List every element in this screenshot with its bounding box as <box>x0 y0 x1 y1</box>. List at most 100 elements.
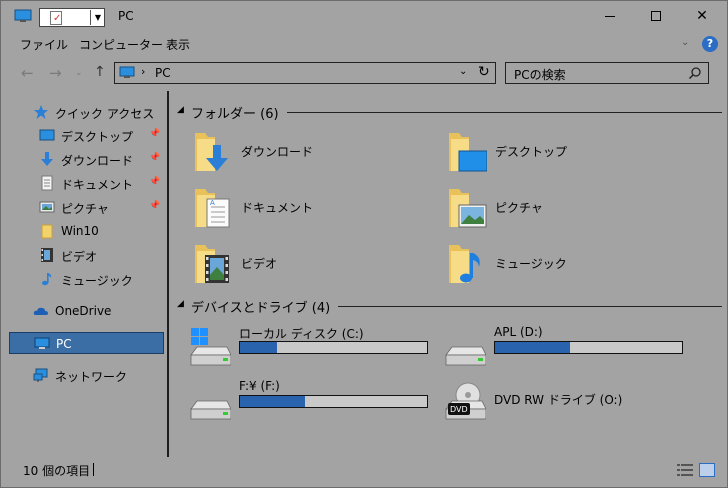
svg-text:A: A <box>210 199 215 207</box>
videos-icon <box>41 248 53 262</box>
drives-group-header[interactable]: ◢ デバイスとドライブ (4) <box>177 295 722 316</box>
forward-arrow-icon[interactable]: → <box>49 64 62 82</box>
status-bar: 10 個の項目 <box>1 457 727 487</box>
drive-label: APL (D:) <box>494 325 543 339</box>
drive-usage-fill <box>240 396 306 407</box>
drive-usage-bar <box>494 341 683 354</box>
minimize-icon <box>605 15 615 17</box>
sidebar-item-onedrive[interactable]: OneDrive <box>9 300 164 322</box>
drive-label: DVD RW ドライブ (O:) <box>494 393 623 407</box>
computer-icon <box>34 337 50 349</box>
up-arrow-icon[interactable]: ↑ <box>94 64 106 80</box>
sidebar-item-documents[interactable]: ドキュメント 📌 <box>9 172 164 194</box>
dvd-drive-icon: DVD <box>445 382 486 420</box>
tab-view[interactable]: 表示 <box>166 36 190 53</box>
sidebar-item-pc[interactable]: PC <box>9 332 164 354</box>
star-icon <box>34 105 48 119</box>
sidebar-item-network[interactable]: ネットワーク <box>9 364 164 386</box>
folder-label: ダウンロード <box>241 145 314 159</box>
tab-file[interactable]: ファイル <box>20 36 68 53</box>
folder-label: ドキュメント <box>241 201 314 215</box>
details-view-icon[interactable] <box>677 464 693 476</box>
sidebar-item-label: ドキュメント <box>61 178 134 192</box>
hard-drive-icon <box>190 400 231 420</box>
folder-item-desktop[interactable]: デスクトップ <box>447 129 687 177</box>
pictures-folder-icon <box>449 189 487 228</box>
address-path[interactable]: PC <box>155 66 171 80</box>
drive-label: ローカル ディスク (C:) <box>239 327 364 341</box>
cloud-icon <box>33 307 48 315</box>
toolbar-divider <box>90 10 91 25</box>
videos-folder-icon <box>195 245 229 283</box>
minimize-button[interactable] <box>587 1 633 31</box>
recent-locations-icon[interactable]: ⌄ <box>75 68 83 78</box>
drive-item-o[interactable]: DVD DVD RW ドライブ (O:) <box>444 377 694 425</box>
sidebar-item-quick-access[interactable]: クイック アクセス <box>9 101 164 123</box>
search-input[interactable]: PCの検索 <box>505 62 709 84</box>
maximize-button[interactable] <box>633 1 679 31</box>
download-icon <box>41 152 53 166</box>
ribbon-tabs: ファイル コンピューター 表示 ⌄ ? <box>1 31 727 57</box>
folder-label: ミュージック <box>495 257 567 271</box>
folder-item-videos[interactable]: ビデオ <box>193 241 433 289</box>
drive-item-f[interactable]: F:¥ (F:) <box>189 377 439 425</box>
checkmark-icon: ✓ <box>53 13 62 24</box>
chevron-down-icon[interactable]: ▼ <box>93 10 103 25</box>
folder-label: デスクトップ <box>495 145 568 159</box>
sidebar-item-win10[interactable]: Win10 <box>9 220 164 242</box>
sidebar-item-downloads[interactable]: ダウンロード 📌 <box>9 148 164 170</box>
svg-text:DVD: DVD <box>450 405 468 414</box>
sidebar-item-label: ビデオ <box>61 250 98 264</box>
chevron-down-icon[interactable]: ◢ <box>177 105 184 115</box>
drive-label: F:¥ (F:) <box>239 379 280 393</box>
drive-usage-bar <box>239 341 428 354</box>
hard-drive-icon <box>445 346 486 366</box>
folder-item-pictures[interactable]: ピクチャ <box>447 185 687 233</box>
folder-item-music[interactable]: ミュージック <box>447 241 687 289</box>
explorer-window: ✓ ▼ PC ✕ ファイル コンピューター 表示 ⌄ ? ← → ⌄ ↑ › P… <box>0 0 728 488</box>
sidebar-item-pictures[interactable]: ピクチャ 📌 <box>9 196 164 218</box>
chevron-down-icon[interactable]: ⌄ <box>459 66 467 77</box>
pin-icon[interactable]: 📌 <box>149 177 160 187</box>
folder-item-downloads[interactable]: ダウンロード <box>193 129 433 177</box>
sidebar-item-desktop[interactable]: デスクトップ 📌 <box>9 124 164 146</box>
pin-icon[interactable]: 📌 <box>149 129 160 139</box>
chevron-right-icon[interactable]: › <box>141 65 145 78</box>
folder-label: ビデオ <box>241 257 278 271</box>
item-count: 10 個の項目 <box>23 464 91 478</box>
sidebar-item-label: ピクチャ <box>61 202 109 216</box>
back-arrow-icon[interactable]: ← <box>21 64 34 82</box>
drive-item-d[interactable]: APL (D:) <box>444 323 694 371</box>
close-icon: ✕ <box>696 8 708 24</box>
pin-icon[interactable]: 📌 <box>149 201 160 211</box>
pictures-icon <box>39 201 55 213</box>
address-bar[interactable]: › PC ⌄ ↻ <box>114 62 496 84</box>
group-title: フォルダー (6) <box>191 103 287 122</box>
folder-item-documents[interactable]: A ドキュメント <box>193 185 433 233</box>
sidebar-item-label: OneDrive <box>55 304 112 318</box>
search-icon[interactable] <box>688 66 702 80</box>
refresh-icon[interactable]: ↻ <box>478 64 490 80</box>
pane-divider[interactable] <box>167 91 169 457</box>
tab-computer[interactable]: コンピューター <box>79 36 163 53</box>
sidebar-item-videos[interactable]: ビデオ <box>9 244 164 266</box>
large-icons-view-icon[interactable] <box>699 463 715 477</box>
documents-folder-icon: A <box>195 189 230 228</box>
window-title: PC <box>118 9 134 23</box>
sidebar-item-music[interactable]: ミュージック <box>9 268 164 290</box>
chevron-down-icon[interactable]: ◢ <box>177 299 184 309</box>
sidebar-item-label: PC <box>56 337 72 351</box>
expand-ribbon-icon[interactable]: ⌄ <box>681 37 689 48</box>
close-button[interactable]: ✕ <box>679 1 725 31</box>
folders-group-header[interactable]: ◢ フォルダー (6) <box>177 101 722 122</box>
quick-access-toolbar[interactable]: ✓ ▼ <box>39 8 105 27</box>
computer-icon[interactable] <box>14 9 32 23</box>
maximize-icon <box>651 11 661 21</box>
help-icon[interactable]: ? <box>702 36 718 52</box>
computer-icon <box>119 66 135 78</box>
drive-item-c[interactable]: ローカル ディスク (C:) <box>189 323 439 371</box>
pin-icon[interactable]: 📌 <box>149 153 160 163</box>
download-folder-icon <box>195 133 228 171</box>
status-divider <box>93 463 94 476</box>
navigation-bar: ← → ⌄ ↑ › PC ⌄ ↻ PCの検索 <box>1 57 727 91</box>
